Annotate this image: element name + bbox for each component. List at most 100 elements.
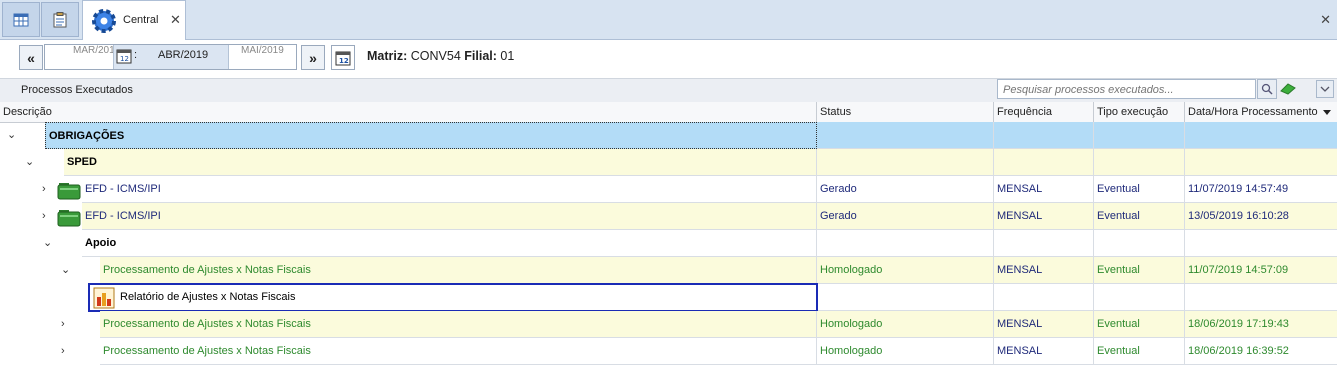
table-row[interactable]: ⌄ OBRIGAÇÕES <box>0 122 1337 149</box>
table-row[interactable]: ⌄ Apoio <box>0 230 1337 257</box>
table-row[interactable]: › Processamento de Ajustes x Notas Fisca… <box>0 311 1337 338</box>
row-freq <box>994 149 1094 176</box>
table-row[interactable]: ⌄ Processamento de Ajustes x Notas Fisca… <box>0 257 1337 284</box>
chevron-down-icon[interactable]: ⌄ <box>25 149 34 176</box>
search-button[interactable] <box>1257 79 1277 99</box>
chevron-right-icon[interactable]: › <box>42 203 46 230</box>
row-status: Homologado <box>817 338 994 365</box>
table-row[interactable]: › EFD - ICMS/IPI Gerado MENSAL Eventual … <box>0 203 1337 230</box>
expand-button[interactable] <box>1316 80 1334 98</box>
folder-icon <box>57 210 81 227</box>
row-freq <box>994 230 1094 257</box>
row-desc: Processamento de Ajustes x Notas Fiscais <box>100 338 817 365</box>
row-freq: MENSAL <box>994 311 1094 338</box>
clear-filter-button[interactable] <box>1278 79 1298 99</box>
row-status <box>817 122 994 149</box>
gear-icon <box>92 9 116 33</box>
row-desc: OBRIGAÇÕES <box>45 122 817 149</box>
chevron-right-icon[interactable]: › <box>61 311 65 338</box>
search-field[interactable] <box>997 79 1256 99</box>
row-freq: MENSAL <box>994 338 1094 365</box>
row-data: 18/06/2019 16:39:52 <box>1185 338 1337 365</box>
row-desc: Processamento de Ajustes x Notas Fiscais <box>100 311 817 338</box>
report-label: Relatório de Ajustes x Notas Fiscais <box>120 291 296 303</box>
row-data: 11/07/2019 14:57:49 <box>1185 176 1337 203</box>
table-row[interactable]: › Processamento de Ajustes x Notas Fisca… <box>0 338 1337 365</box>
row-status: Gerado <box>817 176 994 203</box>
chevron-down-icon[interactable]: ⌄ <box>7 122 16 149</box>
row-status <box>817 230 994 257</box>
close-tab-icon[interactable]: ✕ <box>170 12 181 28</box>
folder-icon <box>57 183 81 200</box>
chevron-right-icon[interactable]: › <box>42 176 46 203</box>
tab-checklist[interactable] <box>41 2 79 37</box>
row-freq: MENSAL <box>994 257 1094 284</box>
row-status: Gerado <box>817 203 994 230</box>
row-tipo: Eventual <box>1094 176 1185 203</box>
row-tipo: Eventual <box>1094 257 1185 284</box>
row-tipo <box>1094 230 1185 257</box>
row-desc: EFD - ICMS/IPI <box>82 176 817 203</box>
col-data-hora[interactable]: Data/Hora Processamento <box>1185 102 1337 122</box>
table-row[interactable]: ⌄ SPED <box>0 149 1337 176</box>
chevron-down-icon[interactable]: ⌄ <box>61 257 70 284</box>
matriz-label: Matriz: <box>367 49 408 63</box>
report-row-selected[interactable]: Relatório de Ajustes x Notas Fiscais <box>88 283 818 312</box>
row-data <box>1185 149 1337 176</box>
row-desc: Processamento de Ajustes x Notas Fiscais <box>100 257 817 284</box>
first-period-button[interactable]: « <box>19 45 43 70</box>
chevron-down-icon[interactable]: ⌄ <box>43 230 52 257</box>
period-selector[interactable]: MAR/2019 12 : ABR/2019 MAI/2019 <box>44 44 297 70</box>
col-status[interactable]: Status <box>817 102 994 122</box>
row-desc: Apoio <box>82 230 817 257</box>
filial-label: Filial: <box>464 49 497 63</box>
col-descricao[interactable]: Descrição <box>0 102 817 122</box>
company-context: Matriz: CONV54 Filial: 01 <box>367 49 514 63</box>
report-chart-icon <box>93 287 115 309</box>
row-desc: SPED <box>64 149 817 176</box>
row-tipo <box>1094 284 1185 311</box>
row-data <box>1185 230 1337 257</box>
row-data: 18/06/2019 17:19:43 <box>1185 311 1337 338</box>
calendar-icon: 12 <box>335 51 351 65</box>
row-status <box>817 284 994 311</box>
svg-text:12: 12 <box>120 55 129 63</box>
tab-central[interactable]: Central ✕ <box>82 0 186 40</box>
close-window-icon[interactable]: ✕ <box>1320 12 1331 28</box>
filial-value: 01 <box>500 49 515 63</box>
grid-header: Descrição Status Frequência Tipo execuçã… <box>0 102 1337 123</box>
search-icon <box>1261 83 1273 95</box>
col-frequencia[interactable]: Frequência <box>994 102 1094 122</box>
tab-strip: Central ✕ ✕ <box>0 0 1337 40</box>
sort-desc-icon[interactable] <box>1323 110 1331 115</box>
checklist-icon <box>53 11 67 27</box>
chevron-down-icon <box>1320 86 1330 92</box>
row-freq <box>994 284 1094 311</box>
matriz-value: CONV54 <box>410 49 461 63</box>
row-data <box>1185 284 1337 311</box>
tab-dashboard[interactable] <box>2 2 40 37</box>
row-data: 13/05/2019 16:10:28 <box>1185 203 1337 230</box>
row-freq <box>994 122 1094 149</box>
next-period-label[interactable]: MAI/2019 <box>241 45 284 69</box>
group-title: Processos Executados <box>21 84 133 96</box>
tab-central-label: Central <box>123 14 159 26</box>
row-data: 11/07/2019 14:57:09 <box>1185 257 1337 284</box>
search-input[interactable] <box>1001 81 1255 99</box>
calendar-button[interactable]: 12 <box>331 45 355 70</box>
grid-icon <box>13 13 29 26</box>
row-status <box>817 149 994 176</box>
row-status: Homologado <box>817 257 994 284</box>
row-tipo: Eventual <box>1094 311 1185 338</box>
table-row[interactable]: › EFD - ICMS/IPI Gerado MENSAL Eventual … <box>0 176 1337 203</box>
last-period-button[interactable]: » <box>301 45 325 70</box>
row-data <box>1185 122 1337 149</box>
col-tipo-execucao[interactable]: Tipo execução <box>1094 102 1185 122</box>
row-tipo: Eventual <box>1094 203 1185 230</box>
row-freq: MENSAL <box>994 176 1094 203</box>
row-tipo <box>1094 149 1185 176</box>
calendar-icon: 12 <box>116 49 132 64</box>
row-freq: MENSAL <box>994 203 1094 230</box>
current-period[interactable]: 12 : ABR/2019 <box>113 45 229 69</box>
chevron-right-icon[interactable]: › <box>61 338 65 365</box>
